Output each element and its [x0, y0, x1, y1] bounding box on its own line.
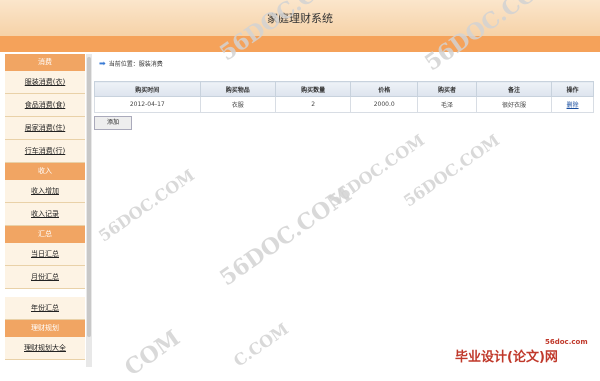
- column-header: 备注: [475, 81, 553, 97]
- delete-link[interactable]: 删除: [551, 96, 594, 113]
- arrow-right-icon: ➡: [99, 59, 106, 68]
- scrollbar-thumb[interactable]: [87, 57, 91, 337]
- table-header-row: 购买时间 购买物品 购买数量 价格 购买者 备注 操作: [94, 81, 594, 97]
- sidebar-item-link[interactable]: 行车消费(行): [25, 147, 65, 155]
- main-content: ➡ 当前位置：服装消费 购买时间 购买物品 购买数量 价格 购买者 备注 操作 2012-04…: [93, 54, 598, 367]
- sidebar-item-link[interactable]: 服装消费(衣): [25, 78, 65, 86]
- table-cell: 2000.0: [350, 96, 419, 113]
- sidebar-item-7[interactable]: 收入记录: [5, 203, 85, 226]
- table-cell: 衣服: [199, 96, 276, 113]
- sidebar-scrollbar[interactable]: [86, 54, 92, 367]
- sidebar-item-10[interactable]: 月份汇总: [5, 266, 85, 289]
- purchase-table: 购买时间 购买物品 购买数量 价格 购买者 备注 操作 2012-04-17 衣服 2 2000.…: [94, 81, 594, 113]
- add-button[interactable]: 添加: [94, 116, 132, 130]
- table-cell: 很好衣服: [475, 96, 553, 113]
- breadcrumb-label: 当前位置：: [108, 61, 139, 68]
- sidebar-item-6[interactable]: 收入增加: [5, 180, 85, 203]
- sidebar-item-2[interactable]: 食品消费(食): [5, 94, 85, 117]
- breadcrumb: ➡ 当前位置：服装消费: [99, 59, 163, 68]
- sidebar-item-link[interactable]: 居家消费(住): [25, 124, 65, 132]
- sidebar-section-8: 汇总: [5, 226, 85, 243]
- table-cell: 毛泽: [417, 96, 477, 113]
- sidebar-item-link[interactable]: 理财规划大全: [24, 344, 66, 352]
- column-header: 购买数量: [274, 81, 352, 97]
- breadcrumb-page: 服装消费: [138, 61, 163, 68]
- sidebar-item-1[interactable]: 服装消费(衣): [5, 71, 85, 94]
- header-accent-bar: [0, 36, 600, 52]
- table-body: 2012-04-17 衣服 2 2000.0 毛泽 很好衣服 删除: [94, 96, 594, 113]
- column-header: 购买物品: [199, 81, 276, 97]
- table-cell: 2: [274, 96, 352, 113]
- sidebar-item-link[interactable]: 食品消费(食): [25, 101, 65, 109]
- sidebar-item-link[interactable]: 年份汇总: [31, 304, 59, 312]
- column-header: 价格: [350, 81, 419, 97]
- column-header: 购买时间: [94, 81, 201, 97]
- logo-text: 毕业设计(论文)网: [455, 350, 558, 365]
- sidebar-menu: 消费服装消费(衣) 食品消费(食) 居家消费(住) 行车消费(行) 收入收入增加收入记录…: [5, 54, 85, 360]
- sidebar: 消费服装消费(衣) 食品消费(食) 居家消费(住) 行车消费(行) 收入收入增加收入记录…: [5, 54, 85, 367]
- sidebar-item-9[interactable]: 当日汇总: [5, 243, 85, 266]
- sidebar-item-3[interactable]: 居家消费(住): [5, 117, 85, 140]
- site-logo: 56doc.com 毕业设计(论文)网: [435, 338, 595, 365]
- column-header: 购买者: [417, 81, 477, 97]
- sidebar-item-4[interactable]: 行车消费(行): [5, 140, 85, 163]
- sidebar-item-12[interactable]: 年份汇总: [5, 297, 85, 320]
- logo-domain: 56doc.com: [545, 338, 588, 346]
- sidebar-item-link[interactable]: 当日汇总: [31, 250, 59, 258]
- sidebar-section-13: 理财规划: [5, 320, 85, 337]
- sidebar-item-link[interactable]: 收入记录: [31, 210, 59, 218]
- sidebar-item-14[interactable]: 理财规划大全: [5, 337, 85, 360]
- sidebar-item-link[interactable]: 月份汇总: [31, 273, 59, 281]
- table-row: 2012-04-17 衣服 2 2000.0 毛泽 很好衣服 删除: [94, 96, 594, 113]
- sidebar-spacer: [5, 289, 85, 297]
- sidebar-section-5: 收入: [5, 163, 85, 180]
- table-cell: 2012-04-17: [94, 96, 201, 113]
- sidebar-section-0: 消费: [5, 54, 85, 71]
- sidebar-item-link[interactable]: 收入增加: [31, 187, 59, 195]
- column-header: 操作: [551, 81, 594, 97]
